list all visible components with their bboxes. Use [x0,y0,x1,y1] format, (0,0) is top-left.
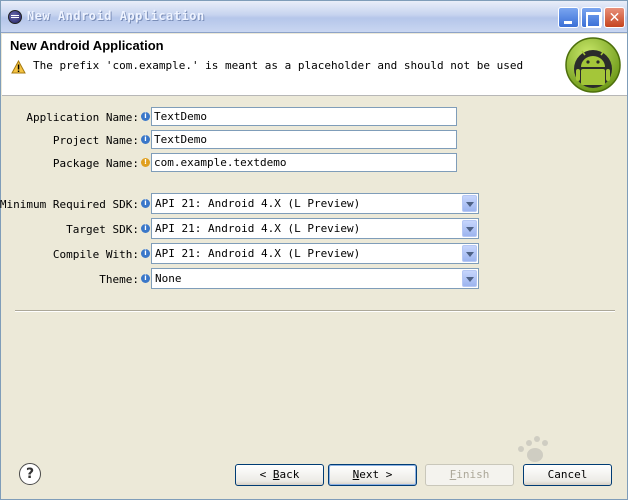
back-button[interactable]: < Back [235,464,324,486]
chevron-down-icon[interactable] [462,270,477,287]
close-icon: ✕ [608,10,621,26]
project-name-label: Project Name: [52,134,139,147]
wizard-header: New Android Application The prefix 'com.… [2,34,627,96]
info-icon: i [141,274,150,283]
dialog-window: New Android Application ✕ New Android Ap… [0,0,628,500]
info-icon: i [141,199,150,208]
package-name-label: Package Name: [52,157,139,170]
target-sdk-row: Target SDK: i API 21: Android 4.X (L Pre… [1,218,628,239]
info-icon: i [141,249,150,258]
project-name-row: Project Name: i TextDemo [1,130,628,150]
header-message: The prefix 'com.example.' is meant as a … [33,59,524,72]
theme-select[interactable]: None [151,268,479,289]
target-sdk-value: API 21: Android 4.X (L Preview) [155,222,361,235]
chevron-down-icon[interactable] [462,245,477,262]
application-name-label: Application Name: [26,111,139,124]
close-button[interactable]: ✕ [604,7,625,28]
min-sdk-label: Minimum Required SDK: [0,198,139,211]
back-button-mnemonic: B [272,468,280,481]
cancel-button[interactable]: Cancel [523,464,612,486]
next-button[interactable]: Next > [328,464,417,486]
window-title: New Android Application [27,9,205,23]
title-bar[interactable]: New Android Application ✕ [1,1,627,33]
next-button-label: ext > [359,468,393,481]
finish-button-label: inish [456,468,490,481]
help-button[interactable]: ? [19,463,41,485]
application-name-input[interactable]: TextDemo [151,107,457,126]
info-icon: i [141,135,150,144]
back-button-prefix: < [259,468,273,481]
page-title: New Android Application [10,38,164,53]
maximize-button[interactable] [581,7,602,28]
package-name-row: Package Name: ! com.example.textdemo [1,153,628,173]
compile-with-label: Compile With: [52,248,139,261]
minimize-button[interactable] [558,7,579,28]
info-icon: i [141,224,150,233]
application-name-row: Application Name: i TextDemo [1,107,628,127]
info-icon: i [141,112,150,121]
target-sdk-label: Target SDK: [66,223,139,236]
compile-with-select[interactable]: API 21: Android 4.X (L Preview) [151,243,479,264]
compile-with-value: API 21: Android 4.X (L Preview) [155,247,361,260]
min-sdk-select[interactable]: API 21: Android 4.X (L Preview) [151,193,479,214]
eclipse-icon [8,10,22,24]
warning-icon [11,60,26,74]
theme-row: Theme: i None [1,268,628,289]
theme-label: Theme: [99,273,139,286]
compile-with-row: Compile With: i API 21: Android 4.X (L P… [1,243,628,264]
separator [15,310,615,312]
min-sdk-row: Minimum Required SDK: i API 21: Android … [0,193,628,214]
back-button-label: ack [279,468,300,481]
target-sdk-select[interactable]: API 21: Android 4.X (L Preview) [151,218,479,239]
finish-button[interactable]: Finish [425,464,514,486]
warning-icon: ! [141,158,150,167]
android-logo [565,37,621,93]
project-name-input[interactable]: TextDemo [151,130,457,149]
min-sdk-value: API 21: Android 4.X (L Preview) [155,197,361,210]
theme-value: None [155,272,182,285]
package-name-input[interactable]: com.example.textdemo [151,153,457,172]
chevron-down-icon[interactable] [462,195,477,212]
chevron-down-icon[interactable] [462,220,477,237]
